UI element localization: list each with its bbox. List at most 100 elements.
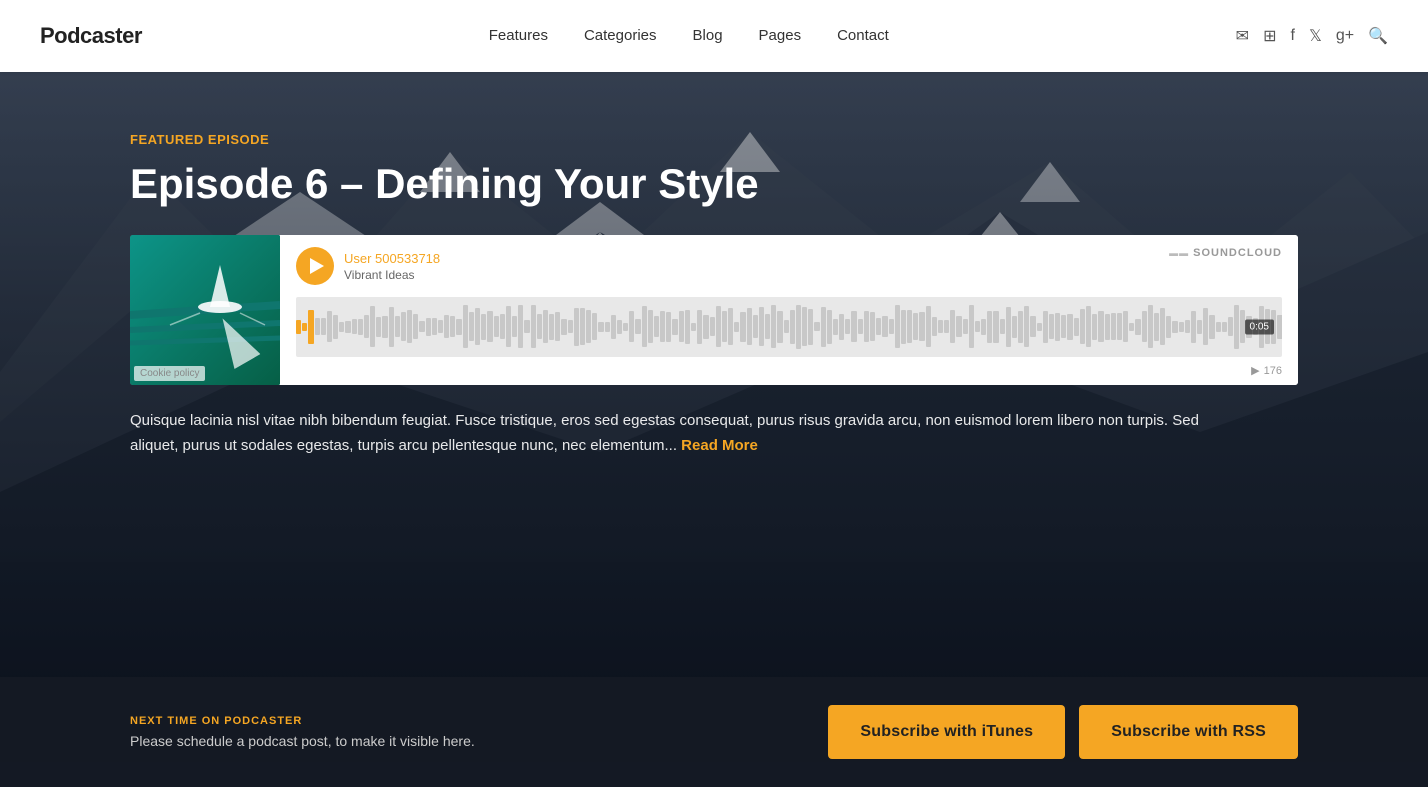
waveform-bar-81 (796, 305, 801, 349)
waveform-bar-57 (648, 310, 653, 343)
waveform-bar-144 (1185, 320, 1190, 333)
waveform-bar-104 (938, 320, 943, 333)
waveform-bar-40 (543, 310, 548, 343)
waveform-bar-118 (1024, 306, 1029, 347)
waveform-bar-98 (901, 310, 906, 344)
play-button[interactable] (296, 247, 334, 285)
waveform-bar-5 (327, 311, 332, 342)
waveform-bar-140 (1160, 308, 1165, 344)
site-logo[interactable]: Podcaster (40, 23, 142, 49)
search-icon[interactable]: 🔍 (1368, 26, 1388, 46)
nav-blog[interactable]: Blog (693, 27, 723, 44)
waveform-bar-133 (1117, 313, 1122, 340)
waveform[interactable]: 0:05 (296, 297, 1282, 357)
waveform-bar-116 (1012, 316, 1017, 338)
waveform-bar-6 (333, 315, 338, 339)
google-plus-icon[interactable]: g+ (1336, 27, 1354, 45)
audio-player: Cookie policy User 500533718 Vibrant Ide… (130, 235, 1298, 385)
waveform-bar-48 (592, 313, 597, 341)
cookie-policy-label[interactable]: Cookie policy (134, 366, 205, 381)
waveform-bar-67 (710, 317, 715, 336)
hero-section: Featured Episode Episode 6 – Defining Yo… (0, 72, 1428, 677)
waveform-bar-152 (1234, 305, 1239, 349)
waveform-bar-64 (691, 323, 696, 331)
waveform-bar-47 (586, 310, 591, 344)
waveform-bar-97 (895, 305, 900, 348)
waveform-bar-92 (864, 311, 869, 342)
waveform-bar-88 (839, 314, 844, 340)
waveform-bar-72 (740, 312, 745, 342)
nav-pages[interactable]: Pages (759, 27, 802, 44)
waveform-bar-146 (1197, 320, 1202, 334)
footer-buttons: Subscribe with iTunes Subscribe with RSS (828, 705, 1298, 759)
waveform-bar-114 (1000, 319, 1005, 334)
waveform-bar-106 (950, 310, 955, 343)
waveform-bar-10 (358, 319, 363, 335)
nav-categories[interactable]: Categories (584, 27, 657, 44)
waveform-bar-52 (617, 320, 622, 334)
subscribe-itunes-button[interactable]: Subscribe with iTunes (828, 705, 1065, 759)
waveform-bar-4 (321, 318, 326, 335)
user-link[interactable]: User 500533718 (344, 251, 440, 266)
featured-label: Featured Episode (130, 132, 1298, 147)
waveform-bar-60 (666, 312, 671, 342)
waveform-bar-151 (1228, 317, 1233, 336)
subscribe-rss-button[interactable]: Subscribe with RSS (1079, 705, 1298, 759)
waveform-bar-84 (814, 322, 819, 331)
waveform-bar-137 (1142, 311, 1147, 342)
waveform-bar-31 (487, 311, 492, 342)
waveform-bar-102 (926, 306, 931, 347)
waveform-bar-129 (1092, 314, 1097, 340)
play-area: User 500533718 Vibrant Ideas (296, 247, 440, 285)
waveform-bar-16 (395, 316, 400, 337)
waveform-bar-91 (858, 319, 863, 334)
navbar: Podcaster Features Categories Blog Pages… (0, 0, 1428, 72)
hero-content: Featured Episode Episode 6 – Defining Yo… (0, 72, 1428, 677)
waveform-bar-34 (506, 306, 511, 347)
nav-features[interactable]: Features (489, 27, 548, 44)
footer-strip: NEXT TIME ON PODCASTER Please schedule a… (0, 677, 1428, 787)
waveform-bar-11 (364, 315, 369, 338)
waveform-bar-73 (747, 308, 752, 345)
waveform-bar-121 (1043, 311, 1048, 343)
waveform-bar-128 (1086, 306, 1091, 347)
waveform-bar-112 (987, 311, 992, 343)
waveform-bar-136 (1135, 319, 1140, 335)
facebook-icon[interactable]: f (1290, 27, 1294, 45)
waveform-bar-68 (716, 306, 721, 347)
read-more-link[interactable]: Read More (681, 437, 758, 454)
waveform-bar-27 (463, 305, 468, 348)
waveform-bar-76 (765, 314, 770, 339)
waveform-bar-62 (679, 311, 684, 343)
player-footer: ▶ 176 (296, 364, 1282, 377)
player-controls: User 500533718 Vibrant Ideas ▬▬ SOUNDCLO… (280, 235, 1298, 385)
nav-social-icons: ✉ ⊞ f 𝕏 g+ 🔍 (1236, 26, 1388, 46)
waveform-bar-126 (1074, 318, 1079, 336)
waveform-bar-58 (654, 316, 659, 337)
waveform-bar-36 (518, 305, 523, 349)
waveform-bar-12 (370, 306, 375, 347)
waveform-bar-3 (315, 318, 320, 335)
waveform-bar-41 (549, 314, 554, 340)
waveform-bar-53 (623, 323, 628, 331)
waveform-bar-51 (611, 315, 616, 339)
waveform-bar-93 (870, 312, 875, 341)
waveform-bar-69 (722, 311, 727, 341)
waveform-bar-145 (1191, 311, 1196, 343)
waveform-bar-83 (808, 309, 813, 345)
waveform-bar-1 (302, 323, 307, 331)
waveform-bar-148 (1209, 315, 1214, 339)
email-icon[interactable]: ✉ (1236, 26, 1249, 46)
track-name: Vibrant Ideas (344, 268, 440, 282)
nav-contact[interactable]: Contact (837, 27, 889, 44)
waveform-bar-39 (537, 314, 542, 340)
twitter-icon[interactable]: 𝕏 (1309, 26, 1322, 46)
waveform-bar-42 (555, 312, 560, 342)
waveform-bar-63 (685, 310, 690, 344)
play-icon (310, 258, 324, 274)
waveform-bar-89 (845, 319, 850, 334)
rss-icon[interactable]: ⊞ (1263, 26, 1276, 46)
waveform-bar-33 (500, 314, 505, 339)
waveform-bar-96 (889, 319, 894, 335)
waveform-bar-115 (1006, 307, 1011, 347)
